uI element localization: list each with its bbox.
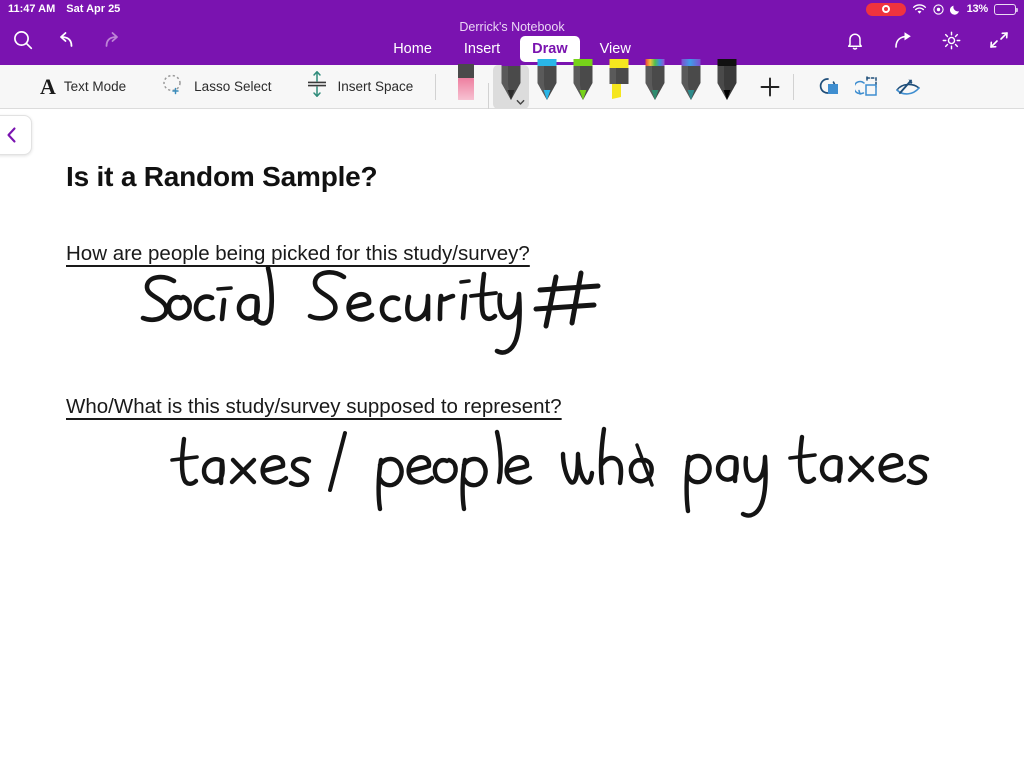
lasso-select-label: Lasso Select bbox=[194, 79, 272, 94]
toolbar-ink-actions bbox=[808, 65, 928, 109]
pen-icon bbox=[645, 58, 665, 100]
ribbon-right-actions bbox=[840, 25, 1014, 55]
handwritten-ink-layer bbox=[140, 265, 930, 518]
status-bar-date: Sat Apr 25 bbox=[66, 3, 121, 15]
draw-toolbar: A Text Mode Lasso Select Insert Space bbox=[0, 58, 1024, 109]
do-not-disturb-moon-icon bbox=[949, 4, 961, 15]
add-pen-button[interactable] bbox=[753, 65, 787, 109]
text-mode-button[interactable]: A Text Mode bbox=[36, 65, 130, 109]
ink-answer-2 bbox=[170, 426, 930, 518]
toolbar-mode-group: A Text Mode Lasso Select Insert Space bbox=[36, 65, 417, 109]
insert-space-button[interactable]: Insert Space bbox=[301, 65, 417, 109]
lasso-select-button[interactable]: Lasso Select bbox=[156, 65, 275, 109]
ink-to-text-button[interactable] bbox=[888, 65, 928, 109]
lasso-select-icon bbox=[160, 72, 186, 101]
pen-icon bbox=[501, 58, 521, 100]
pen-icon bbox=[573, 58, 593, 100]
tab-home[interactable]: Home bbox=[381, 36, 444, 62]
pen-palette bbox=[448, 58, 745, 109]
ink-answer-1 bbox=[140, 265, 601, 355]
highlighter-icon bbox=[609, 58, 629, 99]
toolbar-divider-3 bbox=[793, 73, 795, 100]
pen-icon bbox=[717, 58, 737, 100]
collapse-ribbon-icon[interactable] bbox=[984, 25, 1014, 55]
gear-icon[interactable] bbox=[936, 25, 966, 55]
pen-rainbow[interactable] bbox=[637, 58, 673, 109]
ink-color-fill-button[interactable] bbox=[808, 65, 848, 109]
page-title[interactable]: Is it a Random Sample? bbox=[66, 161, 378, 193]
toolbar-divider-2 bbox=[488, 82, 490, 109]
pen-icon bbox=[681, 58, 701, 100]
pen-blue-gradient[interactable] bbox=[673, 58, 709, 109]
pen-icon bbox=[537, 58, 557, 100]
battery-icon bbox=[994, 3, 1018, 15]
text-mode-icon: A bbox=[40, 73, 56, 99]
chevron-left-icon bbox=[7, 127, 16, 143]
back-to-notes-list-button[interactable] bbox=[0, 115, 32, 155]
status-bar-right: 13% bbox=[865, 2, 1018, 16]
pen-black[interactable] bbox=[709, 58, 745, 109]
battery-percentage: 13% bbox=[966, 3, 989, 15]
note-page-canvas[interactable]: Is it a Random Sample? How are people be… bbox=[0, 109, 1024, 768]
question-2-prompt[interactable]: Who/What is this study/survey supposed t… bbox=[66, 395, 562, 419]
ink-color-fill-icon bbox=[820, 77, 839, 94]
insert-space-icon bbox=[305, 69, 329, 104]
status-bar-time: 11:47 AM bbox=[8, 3, 56, 15]
highlighter-yellow[interactable] bbox=[601, 58, 637, 109]
plus-icon bbox=[760, 77, 780, 96]
ink-to-shape-button[interactable] bbox=[848, 65, 888, 109]
notification-bell-icon[interactable] bbox=[840, 25, 870, 55]
onenote-app-window: 11:47 AM Sat Apr 25 13% Derrick's Notebo… bbox=[0, 0, 1024, 768]
pen-cyan[interactable] bbox=[529, 58, 565, 109]
location-services-icon bbox=[932, 3, 944, 15]
wifi-icon bbox=[912, 3, 927, 15]
ipad-status-bar: 11:47 AM Sat Apr 25 13% bbox=[0, 0, 1024, 18]
eraser-tool[interactable] bbox=[448, 63, 484, 109]
toolbar-divider-1 bbox=[435, 73, 437, 100]
pen-dark-gray[interactable] bbox=[493, 58, 530, 109]
share-icon[interactable] bbox=[888, 25, 918, 55]
question-1-prompt[interactable]: How are people being picked for this stu… bbox=[66, 242, 530, 266]
insert-space-label: Insert Space bbox=[337, 79, 414, 94]
pen-green[interactable] bbox=[565, 58, 601, 109]
ink-to-text-icon bbox=[896, 78, 921, 95]
ink-to-shape-icon bbox=[855, 75, 878, 96]
text-mode-label: Text Mode bbox=[63, 79, 127, 94]
screen-recording-icon bbox=[865, 2, 906, 16]
status-bar-left: 11:47 AM Sat Apr 25 bbox=[8, 3, 120, 15]
eraser-icon bbox=[458, 63, 475, 100]
